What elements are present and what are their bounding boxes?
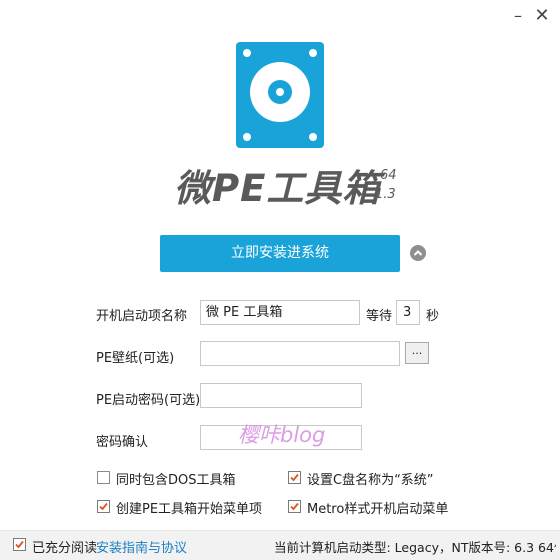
- watermark-text: 樱咔blog: [238, 423, 326, 447]
- start-menu-checkbox[interactable]: [97, 500, 110, 513]
- include-dos-checkbox[interactable]: [97, 471, 110, 484]
- password-input[interactable]: [200, 383, 362, 408]
- expand-options-button[interactable]: [410, 245, 426, 261]
- password-label: PE启动密码(可选): [96, 393, 201, 408]
- rename-c-drive-label: 设置C盘名称为“系统”: [307, 473, 434, 488]
- agree-label: 已充分阅读: [32, 541, 98, 556]
- wallpaper-label: PE壁纸(可选): [96, 351, 175, 366]
- wait-label: 等待: [366, 309, 393, 324]
- include-dos-label: 同时包含DOS工具箱: [116, 473, 236, 488]
- rename-c-drive-checkbox[interactable]: [288, 471, 301, 484]
- minimize-button[interactable]: –: [508, 6, 528, 26]
- boot-name-label: 开机启动项名称: [96, 309, 188, 324]
- checkmark-icon: [290, 502, 299, 511]
- boot-type-status: 当前计算机启动类型: Legacy，NT版本号: 6.3 64位: [274, 540, 556, 555]
- wallpaper-input[interactable]: [200, 341, 400, 366]
- wait-unit-label: 秒: [426, 309, 440, 324]
- confirm-password-label: 密码确认: [96, 435, 149, 450]
- start-menu-label: 创建PE工具箱开始菜单项: [116, 502, 263, 517]
- agree-checkbox[interactable]: [13, 538, 26, 551]
- metro-boot-menu-label: Metro样式开机启动菜单: [307, 502, 449, 517]
- disk-logo-icon: [236, 42, 324, 148]
- checkmark-icon: [99, 502, 108, 511]
- install-button[interactable]: 立即安装进系统: [160, 235, 400, 272]
- checkmark-icon: [15, 540, 24, 549]
- boot-name-input[interactable]: 微 PE 工具箱: [200, 300, 360, 325]
- browse-wallpaper-button[interactable]: ...: [405, 342, 429, 364]
- product-title: 微PE工具箱: [174, 167, 381, 210]
- wait-seconds-input[interactable]: 3: [396, 300, 420, 325]
- chevron-up-icon: [413, 250, 423, 256]
- product-version: 1.3: [375, 187, 396, 202]
- product-bits: 64: [380, 168, 397, 183]
- agreement-link[interactable]: 安装指南与协议: [96, 537, 187, 556]
- metro-boot-menu-checkbox[interactable]: [288, 500, 301, 513]
- checkmark-icon: [290, 473, 299, 482]
- close-button[interactable]: ✕: [532, 6, 552, 26]
